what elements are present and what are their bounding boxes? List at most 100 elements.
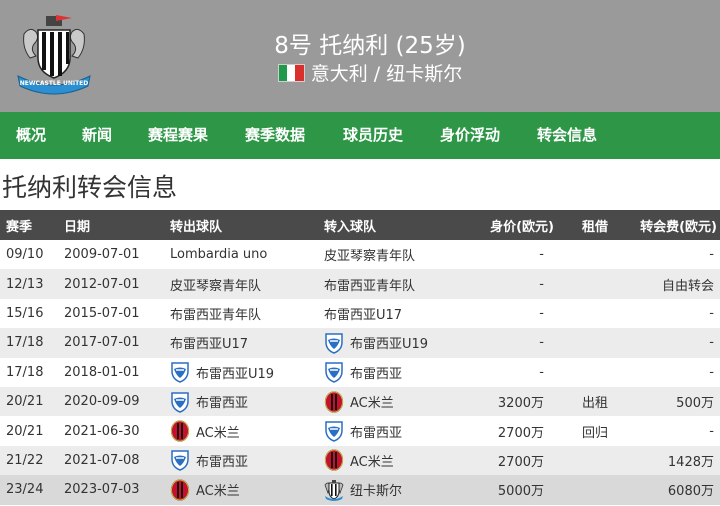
- cell-to-club[interactable]: 布雷西亚U17: [324, 299, 402, 328]
- ac-milan-crest-icon: [170, 420, 190, 442]
- cell-fee: -: [709, 305, 714, 321]
- cell-fee: 1428万: [667, 454, 714, 470]
- table-row: 17/18 2018-01-01 布雷西亚U19 布雷西亚 - -: [0, 357, 720, 387]
- header-season: 赛季: [6, 219, 33, 235]
- nav-item-season-stats[interactable]: 赛季数据: [245, 112, 305, 159]
- cell-market-value: 2700万: [497, 454, 544, 470]
- cell-season: 17/18: [6, 364, 44, 380]
- from-club-name: AC米兰: [196, 425, 240, 441]
- cell-date: 2017-07-01: [64, 335, 140, 351]
- header-date: 日期: [64, 219, 91, 235]
- cell-from-club[interactable]: 布雷西亚U19: [170, 358, 274, 387]
- cell-season: 17/18: [6, 335, 44, 351]
- cell-to-club[interactable]: 布雷西亚青年队: [324, 269, 415, 298]
- cell-from-club[interactable]: 布雷西亚U17: [170, 328, 248, 357]
- table-row: 23/24 2023-07-03 AC米兰 纽卡斯尔 5000万 6080万: [0, 475, 720, 505]
- to-club-name: 纽卡斯尔: [350, 484, 403, 500]
- cell-from-club[interactable]: Lombardia uno: [170, 240, 267, 269]
- cell-date: 2018-01-01: [64, 364, 140, 380]
- header-loan: 租借: [582, 219, 609, 235]
- brescia-crest-icon: [325, 362, 343, 384]
- cell-market-value: 3200万: [497, 396, 544, 412]
- table-row: 12/13 2012-07-01 皮亚琴察青年队 布雷西亚青年队 - 自由转会: [0, 269, 720, 299]
- cell-date: 2023-07-03: [64, 482, 140, 498]
- table-row: 20/21 2021-06-30 AC米兰 布雷西亚 2700万 回归 -: [0, 416, 720, 446]
- player-header: NEWCASTLE UNITED 8号 托纳利 (25岁) 意大利 / 纽卡斯尔: [0, 0, 720, 112]
- cell-fee: 自由转会: [661, 278, 714, 294]
- from-club-name: AC米兰: [196, 484, 240, 500]
- cell-from-club[interactable]: 布雷西亚青年队: [170, 299, 261, 328]
- table-row: 21/22 2021-07-08 布雷西亚 AC米兰 2700万 1428万: [0, 445, 720, 476]
- from-club-name: Lombardia uno: [170, 247, 268, 263]
- brescia-crest-icon: [171, 450, 189, 472]
- cell-season: 21/22: [6, 452, 44, 468]
- brescia-crest-icon: [171, 362, 189, 384]
- cell-to-club[interactable]: 纽卡斯尔: [324, 475, 402, 504]
- to-club-name: 布雷西亚U19: [350, 337, 429, 353]
- nav-item-overview[interactable]: 概况: [16, 112, 46, 159]
- cell-from-club[interactable]: AC米兰: [170, 416, 240, 445]
- player-sub-text: 意大利 / 纽卡斯尔: [310, 63, 463, 85]
- brescia-crest-icon: [325, 421, 343, 442]
- page-title: 托纳利转会信息: [2, 173, 178, 202]
- cell-loan: 回归: [582, 425, 609, 441]
- cell-to-club[interactable]: AC米兰: [324, 446, 394, 475]
- player-name: 8号 托纳利 (25岁): [274, 33, 466, 59]
- header-fee: 转会费(欧元): [640, 219, 717, 235]
- nav-item-player-history[interactable]: 球员历史: [343, 112, 403, 159]
- to-club-name: 布雷西亚: [350, 366, 403, 382]
- from-club-name: 布雷西亚青年队: [170, 307, 262, 323]
- cell-market-value: -: [539, 276, 544, 292]
- nav-item-transfers[interactable]: 转会信息: [537, 112, 597, 159]
- nav-item-market-value[interactable]: 身价浮动: [440, 112, 500, 159]
- cell-market-value: -: [539, 364, 544, 380]
- ac-milan-crest-icon: [170, 479, 190, 501]
- cell-date: 2021-07-08: [64, 452, 140, 468]
- cell-market-value: -: [539, 247, 544, 263]
- cell-market-value: -: [539, 305, 544, 321]
- nav-item-news[interactable]: 新闻: [82, 112, 112, 159]
- nav-item-schedule[interactable]: 赛程赛果: [148, 112, 208, 159]
- cell-to-club[interactable]: AC米兰: [324, 387, 394, 416]
- transfer-table: 赛季 日期 转出球队 转入球队 身价(欧元) 租借 转会费(欧元) 09/10 …: [0, 210, 720, 505]
- header-market-value: 身价(欧元): [490, 219, 554, 235]
- from-club-name: 皮亚琴察青年队: [170, 278, 262, 294]
- cell-to-club[interactable]: 布雷西亚U19: [324, 328, 428, 357]
- cell-season: 12/13: [6, 276, 44, 292]
- cell-to-club[interactable]: 皮亚琴察青年队: [324, 240, 415, 269]
- cell-market-value: 2700万: [497, 425, 544, 441]
- cell-from-club[interactable]: 布雷西亚: [170, 387, 248, 416]
- from-club-name: 布雷西亚U19: [196, 366, 275, 382]
- cell-loan: 出租: [582, 396, 609, 412]
- cell-date: 2021-06-30: [64, 423, 140, 439]
- cell-to-club[interactable]: 布雷西亚: [324, 416, 402, 445]
- cell-fee: 500万: [676, 396, 714, 412]
- cell-from-club[interactable]: 皮亚琴察青年队: [170, 269, 261, 298]
- to-club-name: 布雷西亚青年队: [324, 278, 416, 294]
- to-club-name: AC米兰: [350, 454, 394, 470]
- cell-market-value: 5000万: [497, 484, 544, 500]
- cell-market-value: -: [539, 335, 544, 351]
- main-nav: 概况 新闻 赛程赛果 赛季数据 球员历史 身价浮动 转会信息: [0, 112, 720, 159]
- cell-date: 2015-07-01: [64, 305, 140, 321]
- header-to-club: 转入球队: [324, 219, 377, 235]
- table-header: 赛季 日期 转出球队 转入球队 身价(欧元) 租借 转会费(欧元): [0, 210, 720, 240]
- cell-date: 2012-07-01: [64, 276, 140, 292]
- ac-milan-crest-icon: [324, 391, 344, 413]
- brescia-crest-icon: [325, 333, 343, 354]
- from-club-name: 布雷西亚U17: [170, 337, 249, 353]
- from-club-name: 布雷西亚: [196, 396, 249, 412]
- header-from-club: 转出球队: [170, 219, 223, 235]
- cell-fee: -: [709, 247, 714, 263]
- cell-season: 23/24: [6, 482, 44, 498]
- cell-from-club[interactable]: AC米兰: [170, 475, 240, 504]
- ac-milan-crest-icon: [324, 449, 344, 472]
- italy-flag-icon: [277, 64, 305, 82]
- cell-to-club[interactable]: 布雷西亚: [324, 358, 402, 387]
- from-club-name: 布雷西亚: [196, 454, 249, 470]
- cell-date: 2009-07-01: [64, 247, 140, 263]
- table-row: 17/18 2017-07-01 布雷西亚U17 布雷西亚U19 - -: [0, 328, 720, 358]
- cell-fee: 6080万: [667, 484, 714, 500]
- cell-from-club[interactable]: 布雷西亚: [170, 446, 248, 475]
- cell-season: 09/10: [6, 247, 44, 263]
